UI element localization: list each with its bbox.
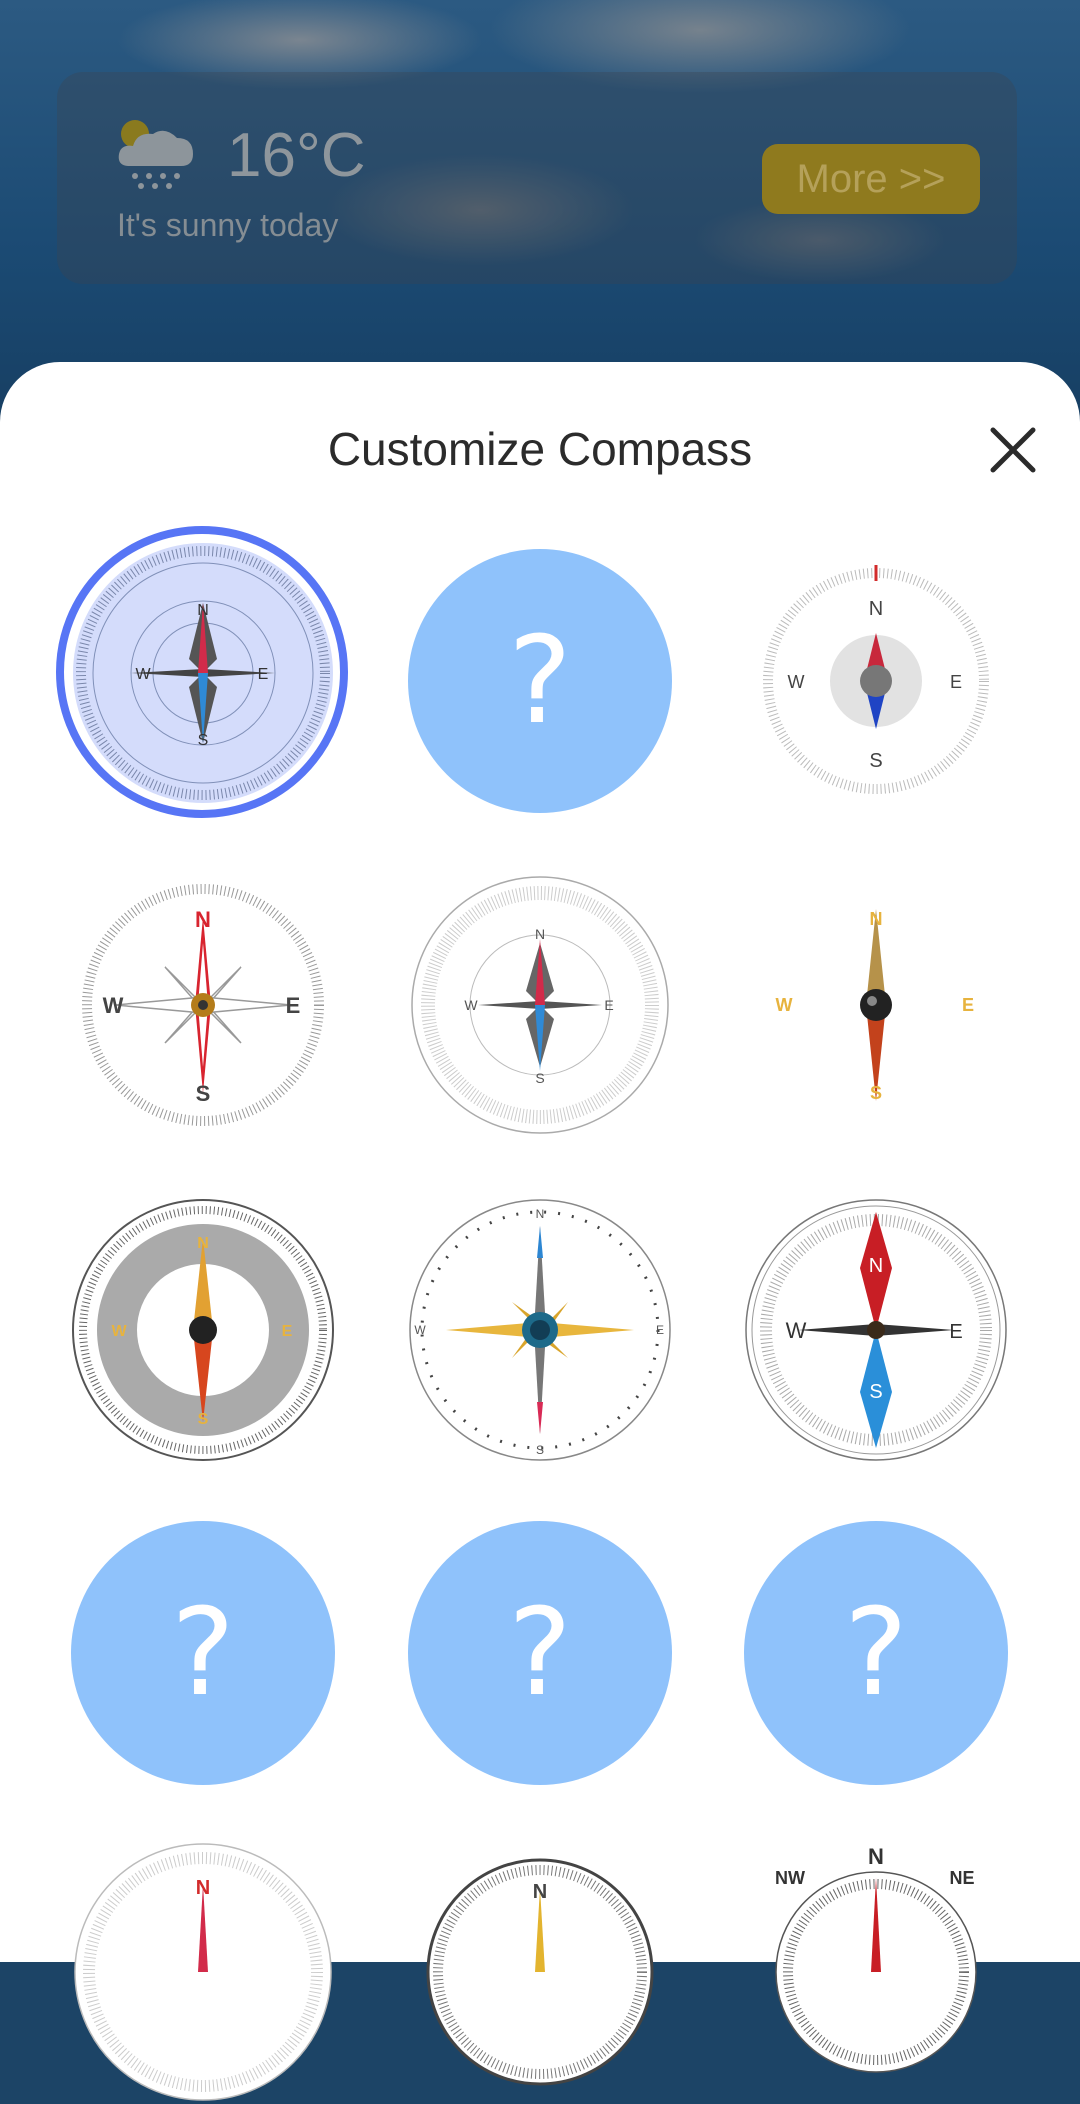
- cloud-rain-sun-icon: [115, 114, 199, 194]
- compass-fine-grey: N E S W: [411, 876, 669, 1134]
- label-s: S: [196, 1081, 211, 1106]
- compass-option-12-locked[interactable]: ?: [744, 1521, 1008, 1785]
- label-s: S: [535, 1070, 544, 1086]
- label-e: E: [282, 1323, 293, 1340]
- more-button[interactable]: More >>: [762, 144, 980, 214]
- compass-option-5[interactable]: N E S W: [408, 873, 672, 1137]
- compass-gold-star-dots: N E S W: [409, 1199, 671, 1461]
- sheet-title: Customize Compass: [327, 423, 753, 475]
- label-w: W: [414, 1323, 426, 1337]
- compass-red-star: N E S W: [82, 884, 324, 1126]
- compass-partial-1: N: [74, 1843, 332, 2101]
- label-w: W: [103, 993, 124, 1018]
- locked-placeholder: ?: [408, 549, 672, 813]
- compass-red-blue-diamond: N E S W: [745, 1199, 1007, 1461]
- locked-placeholder: ?: [408, 1521, 672, 1785]
- compass-gold-needle: N E S W: [758, 887, 994, 1123]
- label-n: N: [870, 909, 883, 929]
- compass-option-13[interactable]: N: [71, 1840, 335, 2104]
- label-w: W: [776, 995, 793, 1015]
- compass-option-9[interactable]: N E S W: [744, 1198, 1008, 1462]
- compass-option-15[interactable]: N NW NE: [744, 1840, 1008, 2104]
- close-icon: [990, 427, 1036, 473]
- compass-option-7[interactable]: N E S W: [71, 1198, 335, 1462]
- compass-grey-ring-gold: N E S W: [72, 1199, 334, 1461]
- label-w: W: [111, 1323, 127, 1340]
- label-n: N: [195, 907, 211, 932]
- label-n: N: [536, 1207, 545, 1221]
- compass-option-3[interactable]: N E S W: [744, 549, 1008, 813]
- compass-option-4[interactable]: N E S W: [71, 873, 335, 1137]
- label-s: S: [536, 1443, 544, 1457]
- temperature: 16°C: [227, 121, 366, 190]
- compass-option-2-locked[interactable]: ?: [408, 549, 672, 813]
- weather-card: 16°C It's sunny today More >>: [57, 72, 1017, 284]
- compass-option-14[interactable]: N: [408, 1840, 672, 2104]
- compass-option-11-locked[interactable]: ?: [408, 1521, 672, 1785]
- label-nw: NW: [775, 1868, 805, 1888]
- label-e: E: [949, 1321, 962, 1343]
- selected-indicator: [56, 526, 348, 818]
- locked-placeholder: ?: [744, 1521, 1008, 1785]
- label-n: N: [533, 1881, 547, 1903]
- label-s: S: [869, 1381, 882, 1403]
- compass-partial-2: N: [426, 1858, 654, 2086]
- label-s: S: [869, 750, 882, 772]
- compass-partial-3: N NW NE: [775, 1844, 977, 2073]
- close-button[interactable]: [985, 422, 1041, 478]
- label-e: E: [950, 672, 962, 692]
- compass-option-1[interactable]: N E S W: [56, 526, 348, 818]
- label-n: N: [868, 1844, 884, 1869]
- label-n: N: [535, 926, 545, 942]
- label-e: E: [656, 1323, 664, 1337]
- label-e: E: [604, 997, 613, 1013]
- label-e: E: [962, 995, 974, 1015]
- label-n: N: [869, 598, 883, 620]
- label-n: N: [196, 1877, 210, 1899]
- compass-option-10-locked[interactable]: ?: [71, 1521, 335, 1785]
- customize-compass-sheet: Customize Compass N E S W ? N E S W N E …: [0, 362, 1080, 2101]
- label-s: S: [870, 1083, 882, 1103]
- weather-description: It's sunny today: [117, 207, 339, 243]
- label-ne: NE: [949, 1868, 974, 1888]
- label-w: W: [786, 1318, 807, 1343]
- label-w: W: [788, 672, 805, 692]
- compass-minimal-grey: N E S W: [763, 565, 989, 794]
- label-n: N: [869, 1255, 883, 1277]
- locked-placeholder: ?: [71, 1521, 335, 1785]
- label-s: S: [198, 1411, 209, 1428]
- compass-option-6[interactable]: N E S W: [744, 873, 1008, 1137]
- label-e: E: [286, 993, 301, 1018]
- label-n: N: [197, 1235, 209, 1252]
- compass-option-8[interactable]: N E S W: [408, 1198, 672, 1462]
- label-w: W: [464, 997, 478, 1013]
